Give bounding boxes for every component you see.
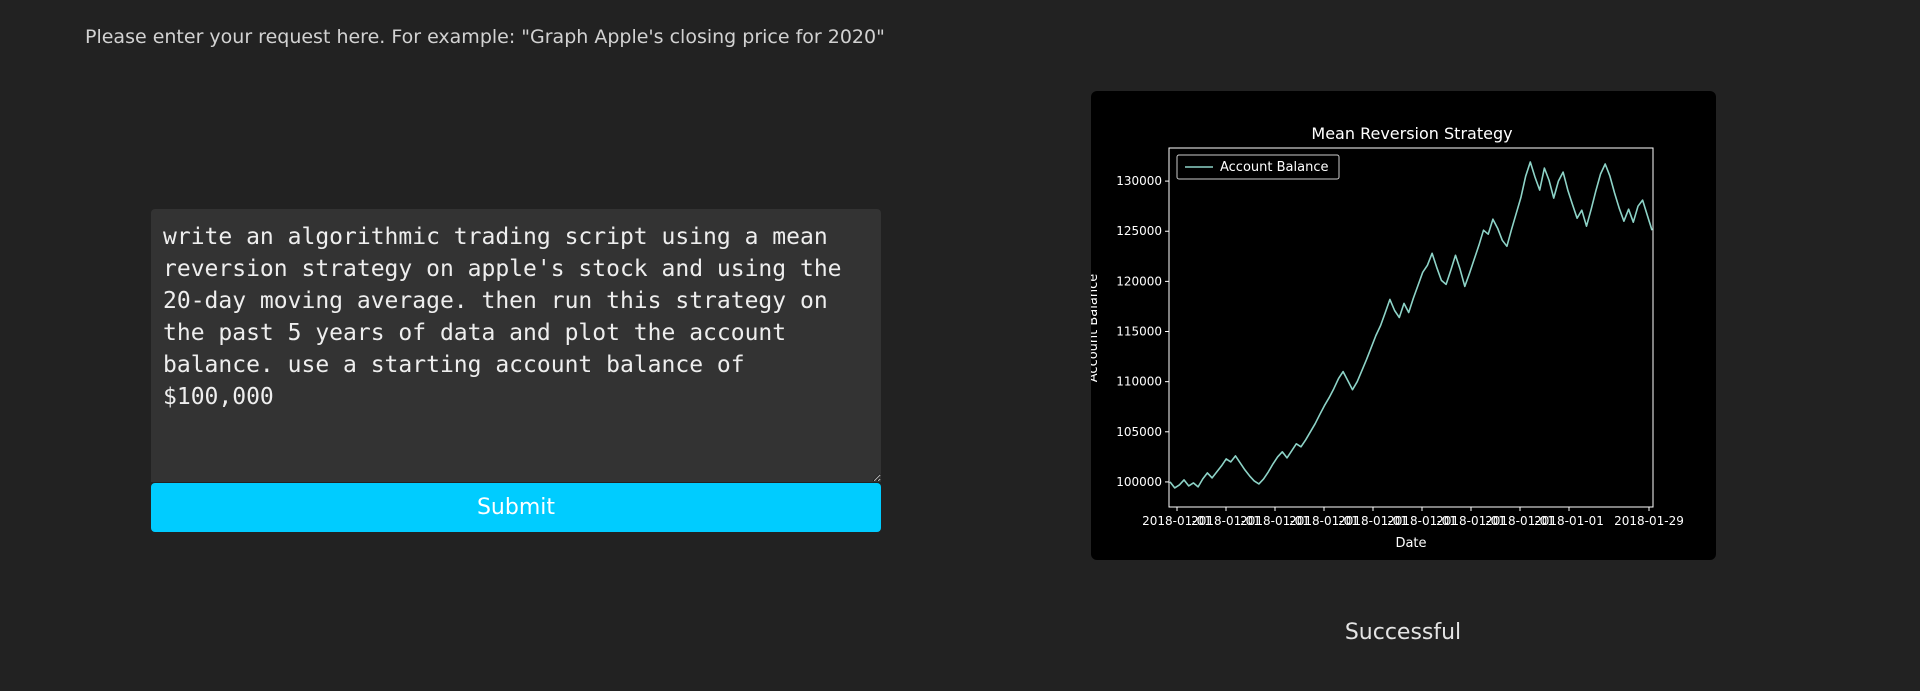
y-tick-label: 130000: [1116, 174, 1162, 188]
x-tick-label: 2018-01-29: [1614, 514, 1684, 528]
y-tick-label: 105000: [1116, 425, 1162, 439]
submit-button[interactable]: Submit: [151, 483, 881, 532]
legend-label: Account Balance: [1220, 160, 1328, 175]
app-page: Please enter your request here. For exam…: [0, 0, 1920, 691]
request-form: write an algorithmic trading script usin…: [151, 209, 881, 532]
x-axis-label: Date: [1395, 536, 1426, 551]
account-balance-chart: Mean Reversion Strategy Date Account Bal…: [1091, 124, 1684, 551]
y-tick-label: 115000: [1116, 325, 1162, 339]
series-line-account-balance: [1169, 161, 1653, 489]
y-tick-label: 120000: [1116, 274, 1162, 288]
x-tick-label: 2018-01-01: [1534, 514, 1604, 528]
request-hint: Please enter your request here. For exam…: [85, 26, 885, 48]
chart-card: Mean Reversion Strategy Date Account Bal…: [1091, 91, 1716, 560]
plot-frame: [1168, 147, 1654, 508]
status-text: Successful: [1344, 620, 1462, 645]
chart-marks: 100000 105000 110000 115000 120000 125000 1300…: [1116, 147, 1684, 528]
y-tick-label: 110000: [1116, 375, 1162, 389]
y-tick-label: 125000: [1116, 224, 1162, 238]
chart-title: Mean Reversion Strategy: [1311, 124, 1512, 143]
y-axis-label: Account Balance: [1091, 274, 1101, 382]
y-tick-label: 100000: [1116, 475, 1162, 489]
request-textarea[interactable]: write an algorithmic trading script usin…: [151, 209, 881, 482]
